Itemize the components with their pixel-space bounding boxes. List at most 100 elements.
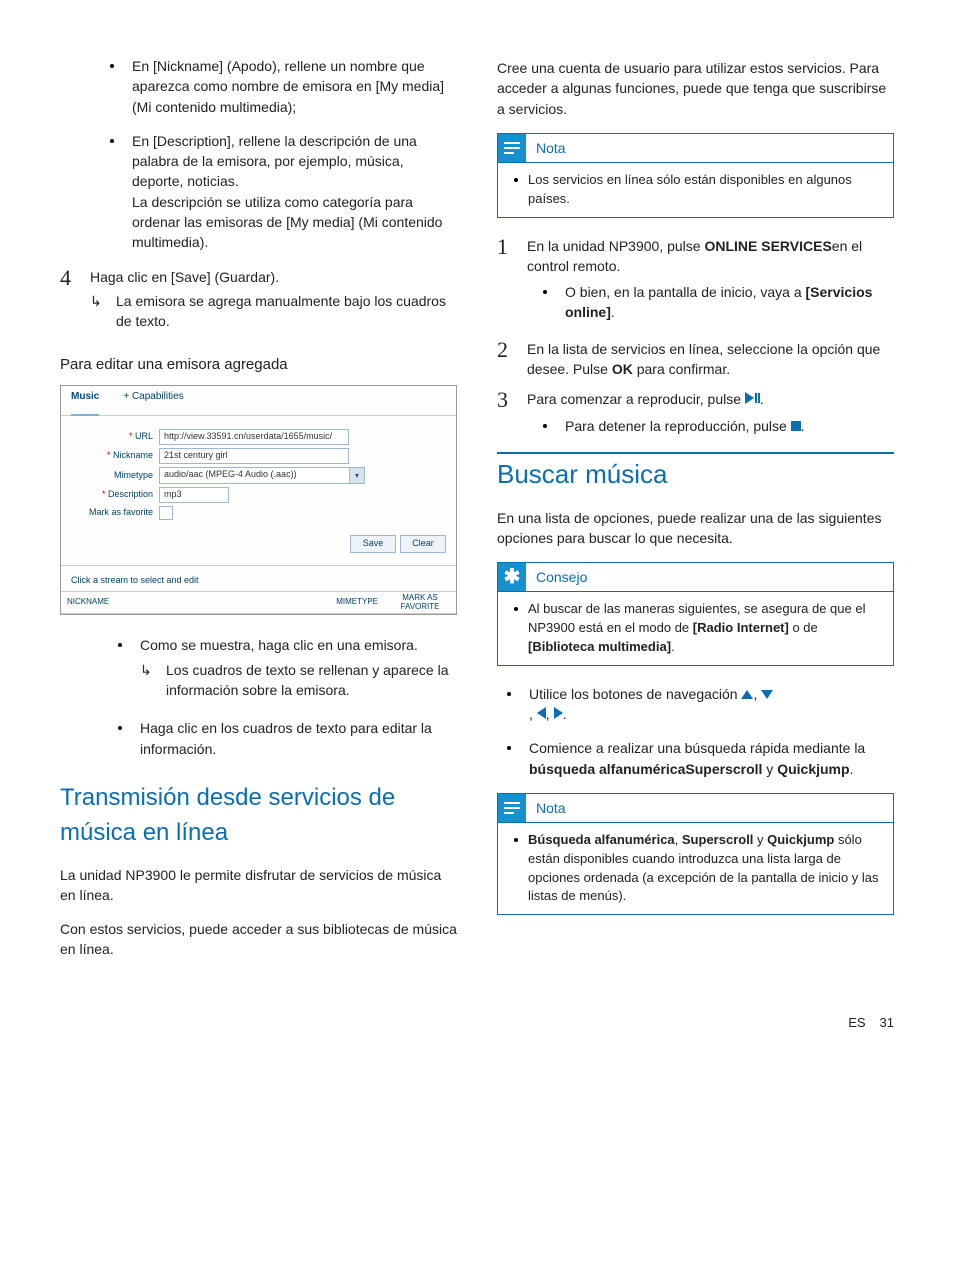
nickname-label: * Nickname — [71, 449, 159, 462]
t: Para comenzar a reproducir, pulse — [527, 391, 745, 407]
step-2: 2 En la lista de servicios en línea, sel… — [497, 339, 894, 380]
bullet-icon — [118, 643, 122, 647]
triangle-up-icon — [741, 690, 753, 699]
list-item: Haga clic en los cuadros de texto para e… — [118, 718, 457, 759]
t: para confirmar. — [633, 361, 730, 377]
step-number: 4 — [60, 267, 90, 336]
text: En [Nickname] (Apodo), rellene un nombre… — [132, 56, 457, 117]
text: Los cuadros de texto se rellenan y apare… — [166, 660, 457, 701]
b: búsqueda alfanumérica — [529, 761, 685, 777]
b: ONLINE SERVICES — [704, 238, 831, 254]
edit-heading: Para editar una emisora agregada — [60, 354, 457, 376]
t: Comience a realizar una búsqueda rápida … — [529, 740, 865, 756]
triangle-right-icon — [554, 707, 563, 719]
bullet-icon — [514, 838, 518, 842]
bullet-icon — [514, 607, 518, 611]
tip-body: Al buscar de las maneras siguientes, se … — [528, 600, 881, 657]
para: En una lista de opciones, puede realizar… — [497, 508, 894, 549]
para: La unidad NP3900 le permite disfrutar de… — [60, 865, 457, 906]
step-number: 3 — [497, 389, 527, 442]
triangle-left-icon — [537, 707, 546, 719]
text: Haga clic en los cuadros de texto para e… — [140, 718, 457, 759]
url-label: * URL — [71, 430, 159, 443]
bullet-icon — [507, 746, 511, 750]
left-column: En [Nickname] (Apodo), rellene un nombre… — [60, 50, 457, 974]
note-body: Los servicios en línea sólo están dispon… — [528, 171, 881, 209]
list-item: En [Description], rellene la descripción… — [110, 131, 457, 253]
note-box: Nota Búsqueda alfanumérica, Superscroll … — [497, 793, 894, 915]
col-favorite: MARK AS FAVORITE — [384, 592, 456, 614]
list-item: Utilice los botones de navegación , , , … — [507, 684, 894, 725]
list-item: Comience a realizar una búsqueda rápida … — [507, 738, 894, 779]
save-button: Save — [350, 535, 396, 553]
note-box: Nota Los servicios en línea sólo están d… — [497, 133, 894, 218]
b: OK — [612, 361, 633, 377]
stop-icon — [791, 421, 801, 431]
t: Para detener la reproducción, pulse — [565, 418, 791, 434]
mimetype-select: audio/aac (MPEG-4 Audio (.aac))▾ — [159, 467, 365, 484]
para: Cree una cuenta de usuario para utilizar… — [497, 58, 894, 119]
bullet-icon — [110, 139, 114, 143]
tip-title: Consejo — [536, 567, 587, 587]
b: Superscroll — [685, 761, 762, 777]
play-pause-icon — [745, 392, 760, 404]
arrow-icon: ↳ — [140, 660, 156, 701]
bullet-icon — [118, 726, 122, 730]
favorite-checkbox — [159, 506, 173, 520]
bullet-icon — [514, 178, 518, 182]
step-number: 2 — [497, 339, 527, 380]
t: En la unidad NP3900, pulse — [527, 238, 704, 254]
chevron-down-icon: ▾ — [349, 468, 364, 483]
nickname-input: 21st century girl — [159, 448, 349, 464]
screenshot-mock: Music + Capabilities * URLhttp://view.33… — [60, 385, 457, 615]
t: y — [762, 761, 777, 777]
section-divider — [497, 452, 894, 454]
tab-capabilities: + Capabilities — [123, 390, 183, 405]
t: Utilice los botones de navegación — [529, 686, 741, 702]
tip-box: ✱ Consejo Al buscar de las maneras sigui… — [497, 562, 894, 666]
col-nickname: NICKNAME — [61, 592, 283, 614]
note-icon — [498, 794, 526, 822]
note-icon — [498, 134, 526, 162]
step-text: Haga clic en [Save] (Guardar). — [90, 269, 279, 285]
step-number: 1 — [497, 236, 527, 329]
description-input: mp3 — [159, 487, 229, 503]
url-input: http://view.33591.cn/userdata/1655/music… — [159, 429, 349, 445]
tip-icon: ✱ — [498, 563, 526, 591]
note-title: Nota — [536, 138, 566, 158]
text: En [Description], rellene la descripción… — [132, 131, 457, 253]
para: Con estos servicios, puede acceder a sus… — [60, 919, 457, 960]
triangle-down-icon — [761, 690, 773, 699]
t: . — [611, 304, 615, 320]
t: O bien, en la pantalla de inicio, vaya a — [565, 284, 806, 300]
clear-button: Clear — [400, 535, 446, 553]
bullet-icon — [507, 692, 511, 696]
step-1: 1 En la unidad NP3900, pulse ONLINE SERV… — [497, 236, 894, 329]
page-number: 31 — [880, 1014, 894, 1033]
text: Como se muestra, haga clic en una emisor… — [140, 637, 418, 653]
tab-music: Music — [71, 390, 99, 405]
right-column: Cree una cuenta de usuario para utilizar… — [497, 50, 894, 974]
hint-text: Click a stream to select and edit — [61, 566, 456, 591]
lang-code: ES — [848, 1014, 865, 1033]
step-sub: La emisora se agrega manualmente bajo lo… — [116, 291, 457, 332]
bullet-icon — [543, 424, 547, 428]
favorite-label: Mark as favorite — [71, 506, 159, 519]
bullet-icon — [110, 64, 114, 68]
step-3: 3 Para comenzar a reproducir, pulse . Pa… — [497, 389, 894, 442]
mimetype-label: Mimetype — [71, 469, 159, 482]
step-4: 4 Haga clic en [Save] (Guardar). ↳ La em… — [60, 267, 457, 336]
footer: ES 31 — [60, 1014, 894, 1033]
description-label: * Description — [71, 488, 159, 501]
list-item: Como se muestra, haga clic en una emisor… — [118, 635, 457, 704]
bullet-icon — [543, 290, 547, 294]
b: Quickjump — [777, 761, 849, 777]
arrow-icon: ↳ — [90, 291, 106, 332]
heading-search: Buscar música — [497, 456, 894, 494]
note-title: Nota — [536, 798, 566, 818]
t: . — [850, 761, 854, 777]
col-mimetype: MIMETYPE — [283, 592, 384, 614]
list-item: En [Nickname] (Apodo), rellene un nombre… — [110, 56, 457, 117]
heading-transmission: Transmisión desde servicios de música en… — [60, 781, 457, 851]
note-body: Búsqueda alfanumérica, Superscroll y Qui… — [528, 831, 881, 906]
